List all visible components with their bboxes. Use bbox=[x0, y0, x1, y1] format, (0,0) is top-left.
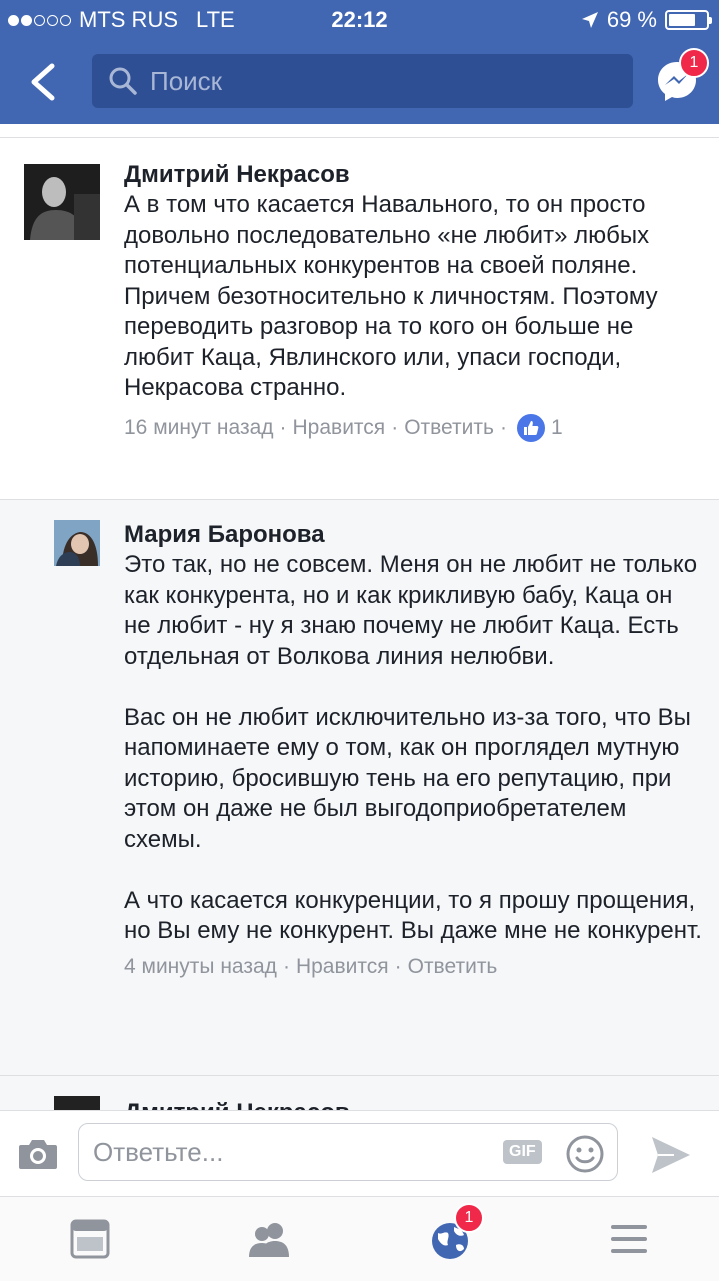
like-button[interactable]: Нравится bbox=[293, 416, 386, 440]
avatar[interactable] bbox=[54, 1096, 100, 1110]
thumbs-up-icon[interactable] bbox=[514, 411, 547, 444]
battery-percent: 69 % bbox=[606, 7, 657, 32]
reply-input[interactable]: Ответьте... GIF bbox=[78, 1123, 618, 1181]
back-button[interactable] bbox=[24, 60, 64, 104]
tab-bar: 1 bbox=[0, 1196, 719, 1281]
messenger-button[interactable]: 1 bbox=[653, 48, 709, 104]
menu-icon bbox=[611, 1225, 647, 1253]
meta-separator: · bbox=[282, 954, 290, 978]
tab-notifications[interactable]: 1 bbox=[426, 1203, 484, 1263]
meta-separator: · bbox=[279, 415, 287, 439]
like-button[interactable]: Нравится bbox=[296, 955, 389, 979]
news-feed-icon bbox=[70, 1219, 110, 1259]
tab-news-feed[interactable] bbox=[66, 1215, 114, 1263]
status-bar: MTS RUS LTE 22:12 69 % bbox=[0, 0, 719, 40]
send-icon[interactable] bbox=[650, 1135, 692, 1175]
status-right: 69 % bbox=[581, 7, 712, 33]
meta-separator: · bbox=[499, 415, 507, 439]
reply-button[interactable]: Ответить bbox=[404, 416, 494, 440]
comment-reply: Мария Баронова Это так, но не совсем. Ме… bbox=[0, 499, 719, 1076]
nav-bar: Поиск 1 bbox=[0, 48, 719, 110]
comment-meta: 4 минуты назад · Нравится · Ответить bbox=[124, 955, 703, 979]
notifications-badge: 1 bbox=[454, 1203, 484, 1233]
friends-icon bbox=[249, 1223, 289, 1257]
tab-friends[interactable] bbox=[245, 1215, 293, 1263]
camera-icon[interactable] bbox=[18, 1137, 58, 1171]
chevron-left-icon bbox=[31, 63, 55, 101]
like-count: 1 bbox=[550, 415, 563, 439]
comment-author[interactable]: Мария Баронова bbox=[124, 520, 703, 550]
comment-paragraph: Это так, но не совсем. Меня он не любит … bbox=[124, 551, 698, 670]
search-icon bbox=[109, 67, 137, 95]
comment: Дмитрий Некрасов А в том что касается На… bbox=[0, 137, 719, 500]
reply-button[interactable]: Ответить bbox=[408, 955, 498, 979]
meta-separator: · bbox=[394, 954, 402, 978]
comment-time[interactable]: 16 минут назад bbox=[124, 416, 274, 440]
comment-body: Мария Баронова Это так, но не совсем. Ме… bbox=[124, 510, 703, 979]
comment-author[interactable]: Дмитрий Некрасов bbox=[124, 160, 703, 190]
location-arrow-icon bbox=[581, 12, 598, 28]
comment-time[interactable]: 4 минуты назад bbox=[124, 955, 277, 979]
comment-meta: 16 минут назад · Нравится · Ответить · 1 bbox=[124, 411, 703, 444]
avatar[interactable] bbox=[54, 520, 100, 566]
comment-author[interactable]: Дмитрий Некрасов bbox=[124, 1098, 703, 1110]
comment-text: А в том что касается Навального, то он п… bbox=[124, 190, 703, 404]
comments-list: Дмитрий Некрасов А в том что касается На… bbox=[0, 124, 719, 1110]
person-photo-icon bbox=[24, 164, 100, 240]
search-input[interactable]: Поиск bbox=[92, 54, 633, 108]
battery-icon bbox=[665, 10, 712, 30]
search-placeholder: Поиск bbox=[150, 65, 223, 96]
comment-text: Это так, но не совсем. Меня он не любит … bbox=[124, 550, 703, 947]
reply-placeholder: Ответьте... bbox=[93, 1137, 224, 1167]
gif-button[interactable]: GIF bbox=[503, 1140, 542, 1164]
avatar[interactable] bbox=[24, 164, 100, 240]
comment-reply: Дмитрий Некрасов bbox=[0, 1075, 719, 1110]
top-bar: MTS RUS LTE 22:12 69 % Поиск 1 bbox=[0, 0, 719, 124]
meta-separator: · bbox=[391, 415, 399, 439]
comment-paragraph: Вас он не любит исключительно из-за того… bbox=[124, 703, 691, 853]
comment-body: Дмитрий Некрасов bbox=[124, 1088, 703, 1110]
comment-body: Дмитрий Некрасов А в том что касается На… bbox=[124, 150, 703, 444]
person-photo-icon bbox=[54, 520, 100, 566]
comment-paragraph: А в том что касается Навального, то он п… bbox=[124, 191, 658, 401]
tab-menu[interactable] bbox=[605, 1215, 653, 1263]
reply-composer: Ответьте... GIF bbox=[0, 1110, 719, 1197]
emoji-icon[interactable] bbox=[565, 1134, 605, 1174]
comment-paragraph: А что касается конкуренции, то я прошу п… bbox=[124, 886, 702, 945]
messenger-badge: 1 bbox=[679, 48, 709, 78]
